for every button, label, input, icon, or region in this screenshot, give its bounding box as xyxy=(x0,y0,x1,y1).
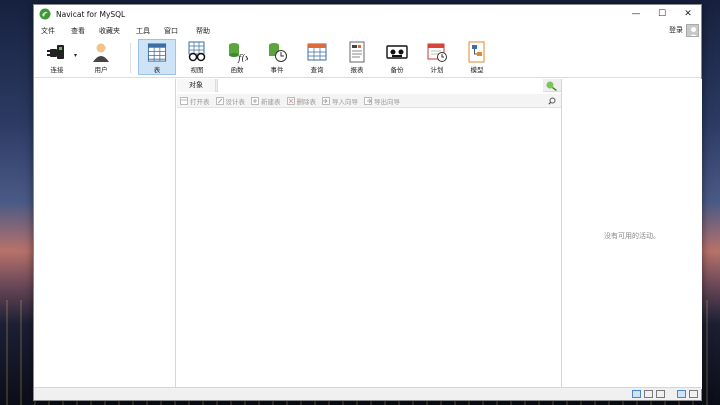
filter-icon[interactable] xyxy=(545,80,559,91)
export-wizard-button[interactable]: 导出向导 xyxy=(364,96,400,106)
report-icon xyxy=(349,41,365,63)
table-button[interactable]: 表 xyxy=(138,39,176,75)
delete-table-icon xyxy=(286,96,295,105)
toggle-right-pane-icon[interactable] xyxy=(689,390,698,398)
backup-label: 备份 xyxy=(390,66,404,74)
menu-favorites[interactable]: 收藏夹 xyxy=(92,26,127,36)
object-action-bar: 打开表 设计表 新建表 删除表 导入向导 导出向导 xyxy=(177,94,561,108)
no-activity-message: 没有可用的活动。 xyxy=(604,232,660,240)
info-pane: 没有可用的活动。 xyxy=(561,79,702,389)
export-icon xyxy=(364,96,372,105)
backup-tape-icon xyxy=(386,45,408,59)
schedule-label: 计划 xyxy=(430,66,444,74)
new-table-button[interactable]: 新建表 xyxy=(251,96,281,106)
object-search-input[interactable] xyxy=(217,79,543,92)
open-table-icon xyxy=(180,96,188,105)
login-link[interactable]: 登录 xyxy=(669,24,683,37)
view-label: 视图 xyxy=(190,66,204,74)
design-table-label: 设计表 xyxy=(225,97,246,106)
er-diagram-view-icon[interactable] xyxy=(656,390,665,398)
model-button[interactable]: 模型 xyxy=(462,39,492,75)
query-label: 查询 xyxy=(310,66,324,74)
open-table-button[interactable]: 打开表 xyxy=(180,96,210,106)
query-icon xyxy=(307,43,327,61)
menu-help[interactable]: 帮助 xyxy=(189,26,217,36)
function-button[interactable]: f(x) 函数 xyxy=(222,39,252,75)
event-clock-icon xyxy=(269,43,287,62)
connect-label: 连接 xyxy=(50,66,64,74)
status-bar xyxy=(34,387,701,400)
menu-window[interactable]: 窗口 xyxy=(157,26,185,36)
close-button[interactable]: ✕ xyxy=(675,5,701,23)
view-button[interactable]: 视图 xyxy=(182,39,212,75)
backup-button[interactable]: 备份 xyxy=(382,39,412,75)
schedule-calendar-icon xyxy=(427,43,447,62)
avatar[interactable] xyxy=(686,24,699,37)
event-button[interactable]: 事件 xyxy=(262,39,292,75)
import-icon xyxy=(322,96,330,105)
maximize-button[interactable]: ☐ xyxy=(649,5,675,23)
report-label: 报表 xyxy=(350,66,364,74)
menu-file[interactable]: 文件 xyxy=(34,26,62,36)
import-wizard-label: 导入向导 xyxy=(332,97,358,106)
main-toolbar: 连接 ▾ 用户 表 视图 f(函数 事件 查询 报表 备份 计划 模型 xyxy=(34,38,701,78)
user-button[interactable]: 用户 xyxy=(86,39,116,75)
menu-view[interactable]: 查看 xyxy=(64,26,92,36)
new-table-icon xyxy=(251,96,259,105)
navicat-logo-icon xyxy=(39,8,51,20)
user-label: 用户 xyxy=(94,66,108,74)
menu-bar: 文件 查看 收藏夹 工具 窗口 帮助 登录 xyxy=(34,24,701,37)
connect-dropdown-arrow-icon[interactable]: ▾ xyxy=(74,52,77,59)
new-table-label: 新建表 xyxy=(261,97,281,106)
minimize-button[interactable]: — xyxy=(623,5,649,23)
export-wizard-label: 导出向导 xyxy=(374,97,400,106)
model-label: 模型 xyxy=(470,66,484,74)
table-icon xyxy=(147,43,167,62)
list-view-icon[interactable] xyxy=(632,390,641,398)
object-pane: 对象 打开表 设计表 新建表 删除表 导入向导 导出向导 xyxy=(177,78,561,389)
search-icon[interactable] xyxy=(548,97,556,105)
connect-button[interactable]: 连接 xyxy=(42,39,72,75)
detail-view-icon[interactable] xyxy=(644,390,653,398)
function-icon: f(x) xyxy=(229,43,248,63)
design-table-icon xyxy=(215,96,224,105)
report-button[interactable]: 报表 xyxy=(342,39,372,75)
query-button[interactable]: 查询 xyxy=(302,39,332,75)
svg-text:f(x): f(x) xyxy=(237,53,248,63)
table-label: 表 xyxy=(153,66,161,74)
window-title: Navicat for MySQL xyxy=(56,9,126,19)
plug-icon xyxy=(47,45,64,59)
import-wizard-button[interactable]: 导入向导 xyxy=(322,96,358,106)
user-avatar-icon xyxy=(690,27,697,36)
tab-objects[interactable]: 对象 xyxy=(177,78,216,92)
title-bar: Navicat for MySQL — ☐ ✕ xyxy=(34,5,701,23)
object-tab-bar: 对象 xyxy=(177,78,561,92)
delete-table-label: 删除表 xyxy=(296,97,317,106)
connection-tree-pane[interactable] xyxy=(34,79,176,389)
user-icon xyxy=(93,43,109,62)
design-table-button[interactable]: 设计表 xyxy=(215,96,246,106)
menu-tools[interactable]: 工具 xyxy=(129,26,157,36)
open-table-label: 打开表 xyxy=(190,97,210,106)
app-window: Navicat for MySQL — ☐ ✕ 文件 查看 收藏夹 工具 窗口 … xyxy=(33,4,702,401)
schedule-button[interactable]: 计划 xyxy=(422,39,452,75)
event-label: 事件 xyxy=(270,66,284,74)
toolbar-separator xyxy=(130,43,131,73)
toggle-left-pane-icon[interactable] xyxy=(677,390,686,398)
function-label: 函数 xyxy=(230,66,244,74)
delete-table-button[interactable]: 删除表 xyxy=(286,96,317,106)
view-glasses-icon xyxy=(188,41,206,62)
model-icon xyxy=(468,41,485,63)
